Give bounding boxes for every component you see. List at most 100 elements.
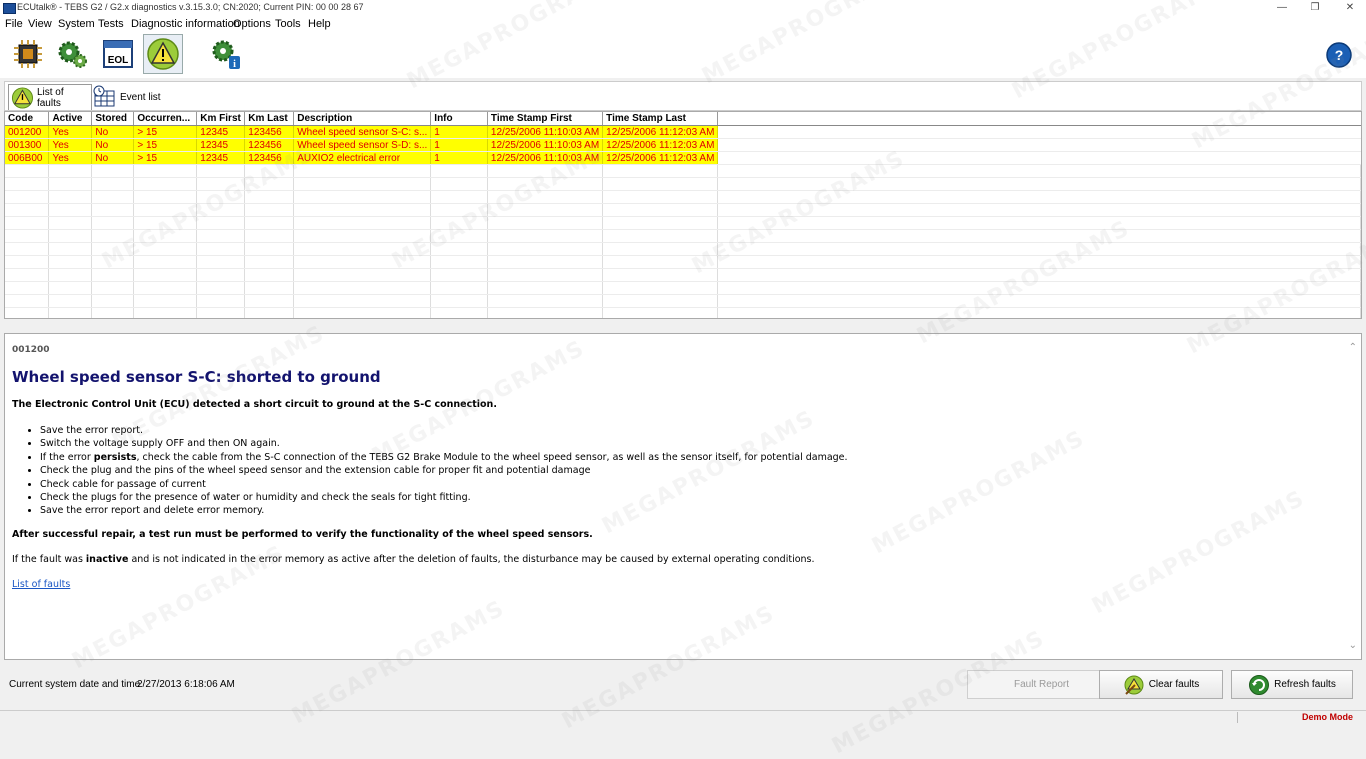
cell-code: 001300 (5, 138, 50, 152)
empty-cell (244, 216, 295, 230)
list-item: Check the plug and the pins of the wheel… (40, 464, 848, 477)
close-button[interactable]: ✕ (1340, 1, 1360, 15)
cell-stored: No (91, 125, 135, 139)
minimize-button[interactable]: — (1272, 1, 1292, 15)
faults-button[interactable] (143, 34, 183, 74)
empty-cell (5, 164, 50, 178)
empty-cell (5, 203, 50, 217)
menu-options[interactable]: Options (233, 18, 271, 30)
menu-system[interactable]: System (58, 18, 95, 30)
column-header-active[interactable]: Active (48, 112, 93, 126)
list-item: Save the error report. (40, 424, 848, 437)
empty-cell (717, 216, 1361, 230)
empty-cell (133, 294, 198, 308)
empty-cell (487, 294, 604, 308)
empty-cell (133, 255, 198, 269)
empty-cell (244, 307, 295, 318)
column-header-occurrences[interactable]: Occurren... (133, 112, 198, 126)
list-item: Switch the voltage supply OFF and then O… (40, 437, 848, 450)
help-button[interactable]: ? (1325, 41, 1353, 69)
refresh-icon (1249, 674, 1270, 695)
empty-cell (48, 216, 93, 230)
empty-cell (5, 216, 50, 230)
list-item: Check the plugs for the presence of wate… (40, 491, 848, 504)
empty-cell (196, 294, 246, 308)
scroll-up-icon[interactable]: ⌃ (1349, 342, 1357, 353)
empty-row (5, 229, 1361, 243)
list-of-faults-link[interactable]: List of faults (12, 579, 70, 590)
table-row[interactable]: 006B00 Yes No > 15 12345 123456 AUXIO2 e… (5, 151, 1361, 165)
fault-report-button[interactable]: Fault Report (967, 670, 1116, 699)
empty-cell (48, 203, 93, 217)
empty-cell (602, 177, 719, 191)
column-header-stored[interactable]: Stored (91, 112, 135, 126)
list-item: Check cable for passage of current (40, 478, 848, 491)
menu-tools[interactable]: Tools (275, 18, 301, 30)
empty-cell (5, 229, 50, 243)
cell-occurrences: > 15 (133, 151, 198, 165)
column-header-km-last[interactable]: Km Last (244, 112, 295, 126)
empty-cell (48, 268, 93, 282)
tab-event-list[interactable]: Event list (91, 84, 171, 110)
empty-cell (196, 242, 246, 256)
empty-cell (133, 242, 198, 256)
list-item: If the error persists, check the cable f… (40, 451, 848, 464)
column-header-info[interactable]: Info (430, 112, 488, 126)
column-header-km-first[interactable]: Km First (196, 112, 246, 126)
inactive-fault-note: If the fault was inactive and is not ind… (12, 554, 815, 565)
eol-button[interactable]: EOL (98, 34, 138, 74)
empty-cell (602, 281, 719, 295)
menu-diagnostic-information[interactable]: Diagnostic information (131, 18, 240, 30)
menu-file[interactable]: File (5, 18, 23, 30)
maximize-button[interactable]: ❐ (1305, 1, 1325, 15)
empty-cell (133, 281, 198, 295)
empty-cell (196, 255, 246, 269)
empty-cell (244, 268, 295, 282)
menu-tests[interactable]: Tests (98, 18, 124, 30)
settings-button[interactable] (53, 34, 93, 74)
empty-cell (602, 255, 719, 269)
empty-cell (196, 177, 246, 191)
table-row[interactable]: 001200 Yes No > 15 12345 123456 Wheel sp… (5, 125, 1361, 139)
empty-row (5, 164, 1361, 178)
info-button[interactable]: i (206, 34, 246, 74)
column-header-code[interactable]: Code (5, 112, 50, 126)
empty-row (5, 190, 1361, 204)
demo-mode-indicator: Demo Mode (1302, 712, 1354, 722)
scroll-down-icon[interactable]: ⌄ (1349, 640, 1357, 651)
empty-cell (430, 177, 488, 191)
empty-cell (244, 203, 295, 217)
empty-cell (48, 164, 93, 178)
empty-cell (717, 177, 1361, 191)
empty-cell (91, 307, 135, 318)
table-row[interactable]: 001300 Yes No > 15 12345 123456 Wheel sp… (5, 138, 1361, 152)
fault-title: Wheel speed sensor S-C: shorted to groun… (12, 368, 381, 386)
cell-km-last: 123456 (244, 125, 295, 139)
menu-view[interactable]: View (28, 18, 52, 30)
column-header-time-stamp-last[interactable]: Time Stamp Last (602, 112, 719, 126)
column-header-time-stamp-first[interactable]: Time Stamp First (487, 112, 604, 126)
gear-info-icon: i (212, 40, 240, 70)
ecu-button[interactable] (8, 34, 48, 74)
empty-cell (244, 177, 295, 191)
cell-filler (717, 138, 1361, 152)
menu-help[interactable]: Help (308, 18, 331, 30)
column-header-description[interactable]: Description (293, 112, 432, 126)
empty-cell (133, 268, 198, 282)
clear-faults-label: Clear faults (1148, 679, 1200, 690)
empty-row (5, 242, 1361, 256)
pane-splitter[interactable] (0, 319, 1366, 333)
cell-km-first: 12345 (196, 151, 246, 165)
tab-list-of-faults[interactable]: List of faults (8, 84, 92, 110)
empty-cell (91, 268, 135, 282)
empty-cell (602, 268, 719, 282)
empty-cell (717, 255, 1361, 269)
empty-cell (717, 203, 1361, 217)
window-title: ECUtalk® - TEBS G2 / G2.x diagnostics v.… (17, 2, 364, 12)
empty-cell (5, 268, 50, 282)
empty-cell (48, 190, 93, 204)
fault-code: 001200 (12, 345, 50, 355)
empty-cell (133, 307, 198, 318)
clear-faults-button[interactable]: Clear faults (1099, 670, 1223, 699)
refresh-faults-button[interactable]: Refresh faults (1231, 670, 1353, 699)
